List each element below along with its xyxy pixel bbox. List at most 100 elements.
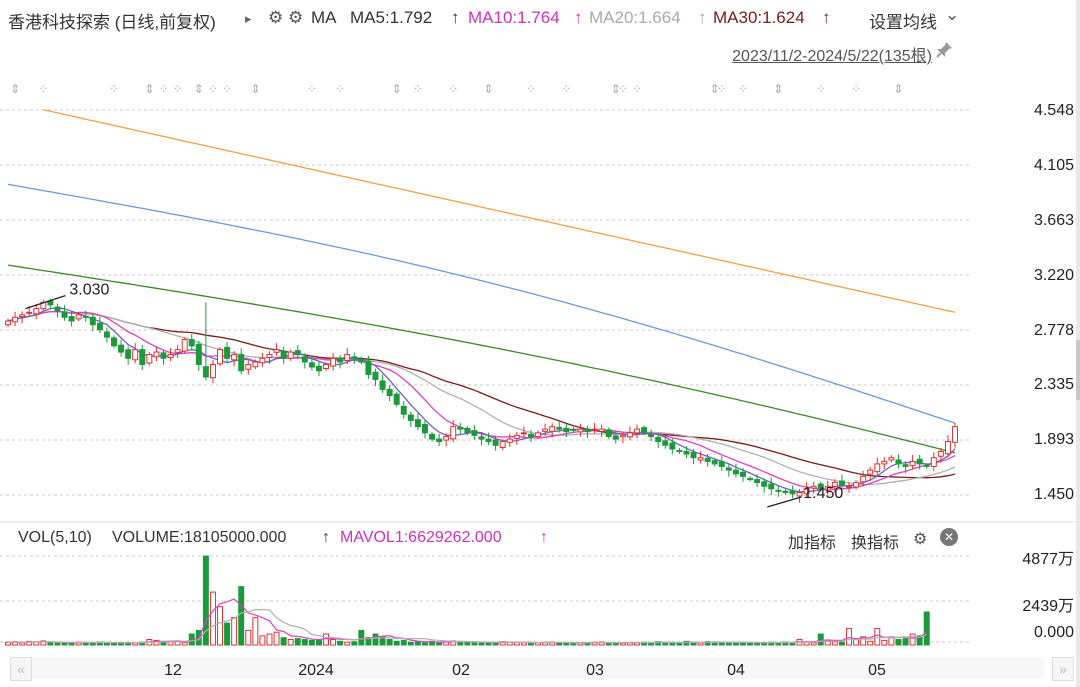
- candle-body: [132, 349, 139, 361]
- volume-bar: [874, 628, 881, 646]
- event-marker: ⇕: [10, 82, 20, 96]
- volume-bar: [386, 639, 393, 646]
- volume-bar: [888, 637, 895, 646]
- candle-body: [874, 463, 881, 473]
- arrow-up-icon: ↑: [540, 529, 548, 546]
- candle-body: [160, 352, 167, 359]
- candle-body: [718, 461, 725, 467]
- candle-body: [330, 357, 337, 367]
- candle-body: [61, 311, 68, 318]
- volume-bar: [308, 639, 315, 646]
- candle-body: [19, 314, 26, 318]
- candle-body: [26, 311, 33, 314]
- volume-bar: [754, 642, 761, 646]
- candle-body: [860, 475, 867, 483]
- candle-body: [400, 406, 407, 415]
- candle-body: [619, 434, 626, 438]
- candle-body: [471, 430, 478, 436]
- candle-body: [853, 482, 860, 488]
- event-marker: ⁘: [335, 82, 345, 96]
- candle-body: [273, 349, 280, 353]
- switch-indicator-button[interactable]: 换指标: [851, 529, 899, 553]
- volume-bar: [838, 641, 845, 646]
- volume-bar: [895, 639, 902, 646]
- candle-body: [202, 366, 209, 378]
- candle-body: [379, 380, 386, 390]
- y-tick-label: 2.335: [1033, 376, 1074, 393]
- candle-body: [747, 478, 754, 481]
- scroll-right-button[interactable]: »: [1052, 657, 1074, 681]
- volume-bar: [266, 633, 273, 646]
- volume-bar: [867, 640, 874, 646]
- candle-body: [308, 362, 315, 368]
- candle-body: [923, 464, 930, 467]
- event-marker: ⁘: [717, 82, 727, 96]
- volume-value: VOLUME:18105000.000: [112, 529, 287, 546]
- vol-tick-label: 0.000: [1033, 624, 1074, 641]
- candle-body: [68, 316, 75, 322]
- side-scroll-thumb[interactable]: [1076, 340, 1080, 400]
- candle-body: [485, 438, 492, 443]
- candle-body: [626, 432, 633, 438]
- add-indicator-button[interactable]: 加指标: [788, 529, 836, 553]
- volume-bar: [697, 642, 704, 646]
- y-tick-label: 3.220: [1033, 267, 1074, 284]
- event-marker: ⇕: [484, 82, 494, 96]
- candle-body: [111, 337, 117, 347]
- y-tick-label: 1.450: [1033, 486, 1074, 503]
- candle-body: [881, 460, 888, 465]
- volume-bar: [824, 640, 831, 646]
- candle-body: [358, 358, 365, 363]
- volume-bar: [167, 641, 174, 646]
- volume-bar: [414, 641, 421, 646]
- candle-body: [704, 457, 711, 462]
- candle-body: [103, 331, 110, 338]
- candle-body: [421, 423, 428, 434]
- volume-bar: [273, 631, 280, 646]
- x-tick-label: 02: [452, 662, 470, 679]
- event-marker: ⇕: [144, 82, 154, 96]
- candle-body: [902, 464, 909, 467]
- candle-body: [711, 460, 718, 465]
- candle-body: [280, 350, 287, 359]
- volume-bar: [344, 641, 351, 646]
- candle-body: [697, 457, 704, 461]
- event-marker: ⁘: [158, 82, 168, 96]
- candle-body: [33, 308, 40, 315]
- candle-body: [266, 354, 273, 359]
- ma20-line: [7, 310, 956, 486]
- candle-body: [429, 433, 436, 440]
- volume-bar: [330, 639, 337, 646]
- volume-bar: [725, 642, 732, 646]
- candle-body: [591, 428, 598, 431]
- volume-bar: [563, 642, 570, 646]
- candle-body: [527, 433, 534, 438]
- y-tick-label: 4.548: [1033, 102, 1074, 119]
- volume-bar: [209, 591, 216, 646]
- price-chart[interactable]: ⇕ ⁘ ⁘ ⇕ ⁘ ⁘ ⇕ ⁘ ⁘ ⇕ ⁘ ⁘ ⇕ ⁘ ⁘ ⇕ ⁘ ⁘ ⇕⁘ ⁘ ⇕⁘ ⁘ ⇕ ⁘ ⁘ ⇕ 3.0301.450: [0, 0, 1080, 687]
- scroll-left-button[interactable]: «: [10, 657, 32, 681]
- candle-body: [725, 467, 732, 471]
- candle-body: [669, 442, 676, 450]
- volume-bar: [421, 642, 428, 646]
- gear-icon[interactable]: ⚙: [913, 529, 927, 549]
- volume-bar: [238, 586, 245, 646]
- candle-body: [323, 364, 329, 369]
- event-marker: ⇕: [194, 82, 204, 96]
- candle-body: [139, 349, 146, 366]
- candle-body: [732, 469, 739, 475]
- volume-bar: [61, 642, 68, 646]
- candle-body: [648, 434, 655, 438]
- volume-bar: [400, 639, 407, 646]
- close-icon[interactable]: ✕: [940, 528, 958, 546]
- volume-bar: [853, 639, 860, 646]
- x-tick-label: 04: [727, 662, 745, 679]
- candle-body: [414, 419, 421, 428]
- candle-body: [450, 426, 457, 440]
- event-marker: ⁘: [618, 82, 628, 96]
- candle-body: [407, 414, 414, 421]
- candle-body: [916, 458, 923, 465]
- candle-body: [895, 459, 902, 465]
- candle-body: [252, 361, 259, 368]
- candle-body: [294, 350, 301, 356]
